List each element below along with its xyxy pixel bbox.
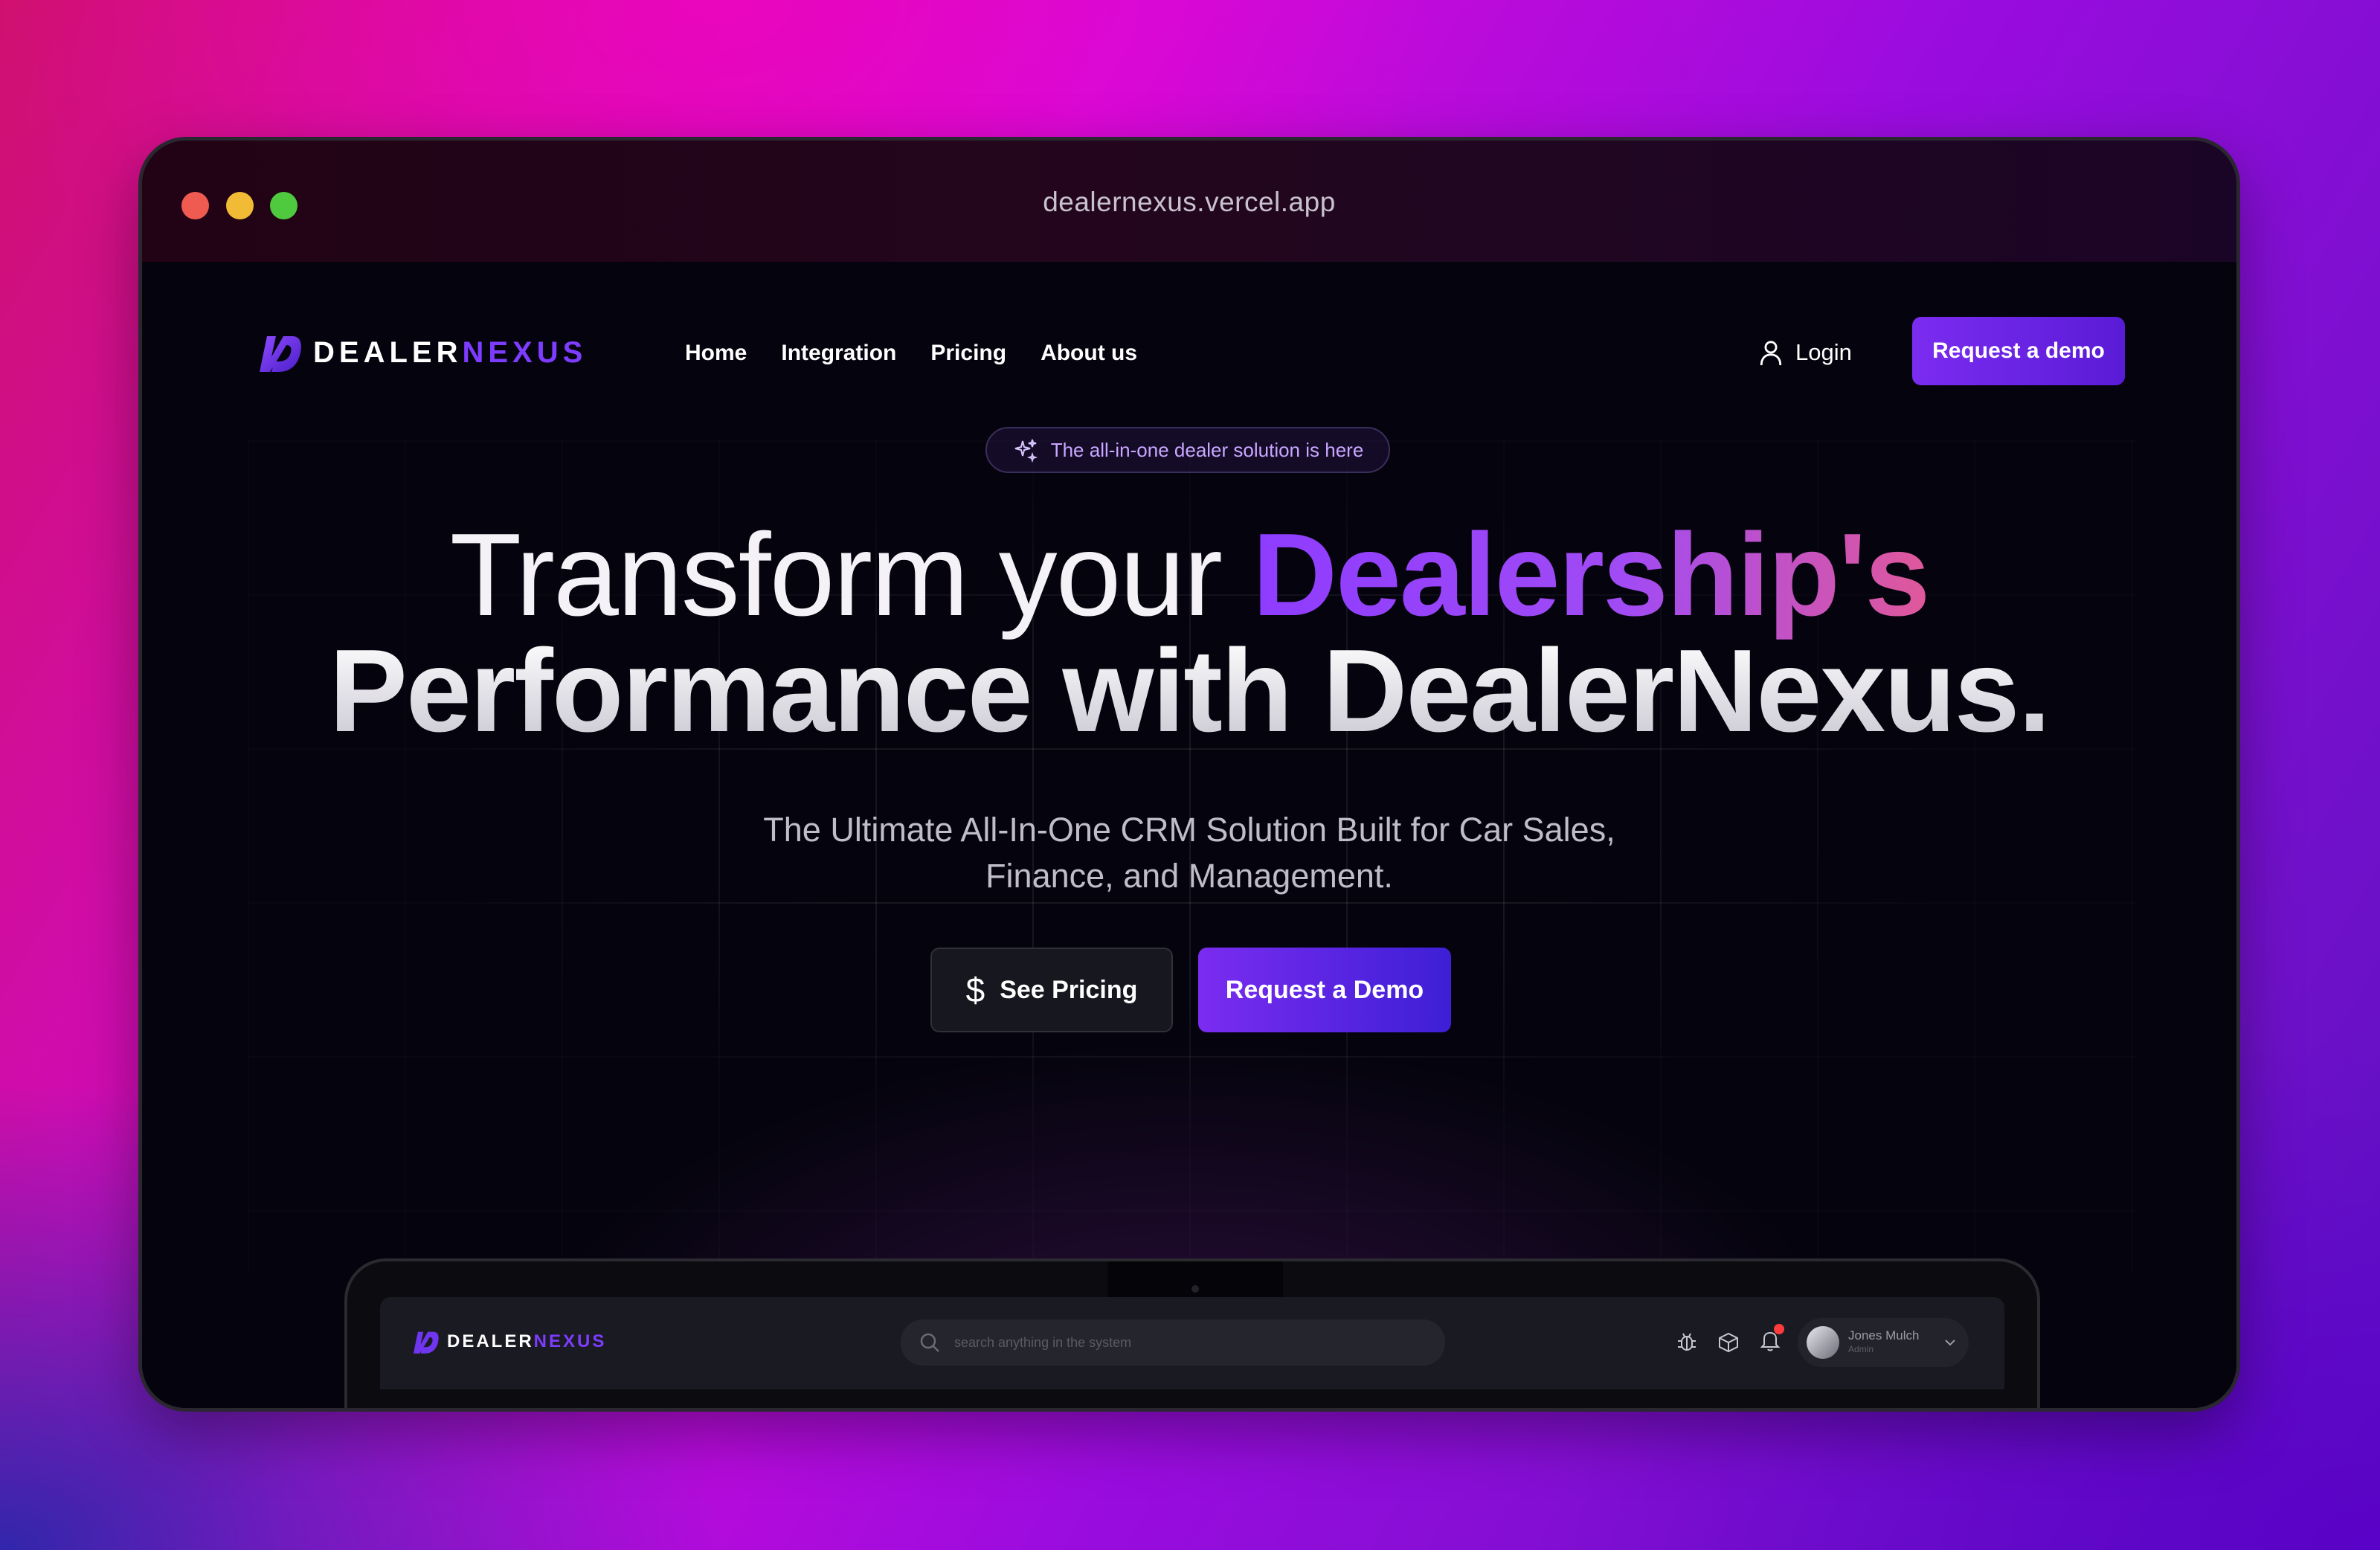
user-icon (1760, 341, 1782, 366)
dollar-icon: $ (965, 971, 985, 1009)
address-bar-url[interactable]: dealernexus.vercel.app (142, 187, 2236, 218)
announcement-badge[interactable]: The all-in-one dealer solution is here (985, 427, 1390, 473)
hero-headline-line1: Transform your Dealership's (142, 516, 2236, 634)
notifications-button (1759, 1324, 1784, 1356)
brand-name-part2: NEXUS (462, 335, 588, 369)
search-icon (920, 1333, 939, 1352)
preview-search-placeholder: search anything in the system (954, 1334, 1132, 1350)
preview-search-input: search anything in the system (901, 1319, 1445, 1366)
preview-brand-logo: DEALERNEXUS (410, 1327, 606, 1357)
preview-user-menu: Jones Mulch Admin (1798, 1318, 1969, 1367)
dashboard-preview-header: DEALERNEXUS search anything in the syste… (380, 1297, 2004, 1389)
nav-item-home[interactable]: Home (685, 341, 747, 366)
preview-header-icons (1676, 1324, 1784, 1356)
preview-user-role: Admin (1848, 1344, 1874, 1354)
sparkles-icon (1014, 439, 1038, 463)
laptop-camera (1191, 1285, 1199, 1293)
announcement-text: The all-in-one dealer solution is here (1050, 438, 1364, 461)
chevron-down-icon (1945, 1340, 1956, 1346)
login-label: Login (1795, 339, 1852, 365)
dealernexus-logo-icon (260, 336, 301, 372)
login-link[interactable]: Login (1758, 338, 1852, 367)
nav-item-pricing[interactable]: Pricing (930, 341, 1006, 366)
hero-subtitle-line2: Finance, and Management. (985, 857, 1393, 895)
see-pricing-label: See Pricing (1000, 975, 1138, 1004)
browser-titlebar: dealernexus.vercel.app (142, 141, 2236, 262)
preview-user-name: Jones Mulch (1848, 1328, 1920, 1342)
notification-badge (1774, 1324, 1784, 1334)
headline-plain-text: Transform your (449, 509, 1252, 640)
brand-wordmark: DEALERNEXUS (313, 336, 587, 370)
nav-item-about-us[interactable]: About us (1041, 341, 1137, 366)
request-demo-hero-button[interactable]: Request a Demo (1198, 948, 1451, 1032)
browser-window: dealernexus.vercel.app DEALERNEXUS Home … (138, 137, 2240, 1412)
request-demo-nav-button[interactable]: Request a demo (1912, 317, 2125, 385)
landing-page: DEALERNEXUS Home Integration Pricing Abo… (142, 262, 2236, 1408)
preview-brand-name-part2: NEXUS (533, 1331, 607, 1351)
avatar (1807, 1326, 1839, 1359)
hero-headline-line2: Performance with DealerNexus. (142, 632, 2236, 750)
hero-subtitle-line1: The Ultimate All-In-One CRM Solution Bui… (763, 811, 1615, 849)
see-pricing-button[interactable]: $ See Pricing (930, 948, 1173, 1032)
brand-name-part1: DEALER (313, 335, 463, 369)
box-icon (1719, 1332, 1738, 1352)
dealernexus-logo-icon (413, 1331, 439, 1354)
headline-accent-text: Dealership's (1252, 509, 1930, 640)
preview-brand-name-part1: DEALER (447, 1331, 534, 1351)
dashboard-preview-laptop: DEALERNEXUS search anything in the syste… (344, 1258, 2040, 1408)
nav-item-integration[interactable]: Integration (781, 341, 896, 366)
brand-logo[interactable]: DEALERNEXUS (254, 329, 587, 376)
main-nav: Home Integration Pricing About us (685, 341, 1137, 366)
bug-icon (1678, 1333, 1696, 1351)
hero-subtitle: The Ultimate All-In-One CRM Solution Bui… (142, 807, 2236, 899)
